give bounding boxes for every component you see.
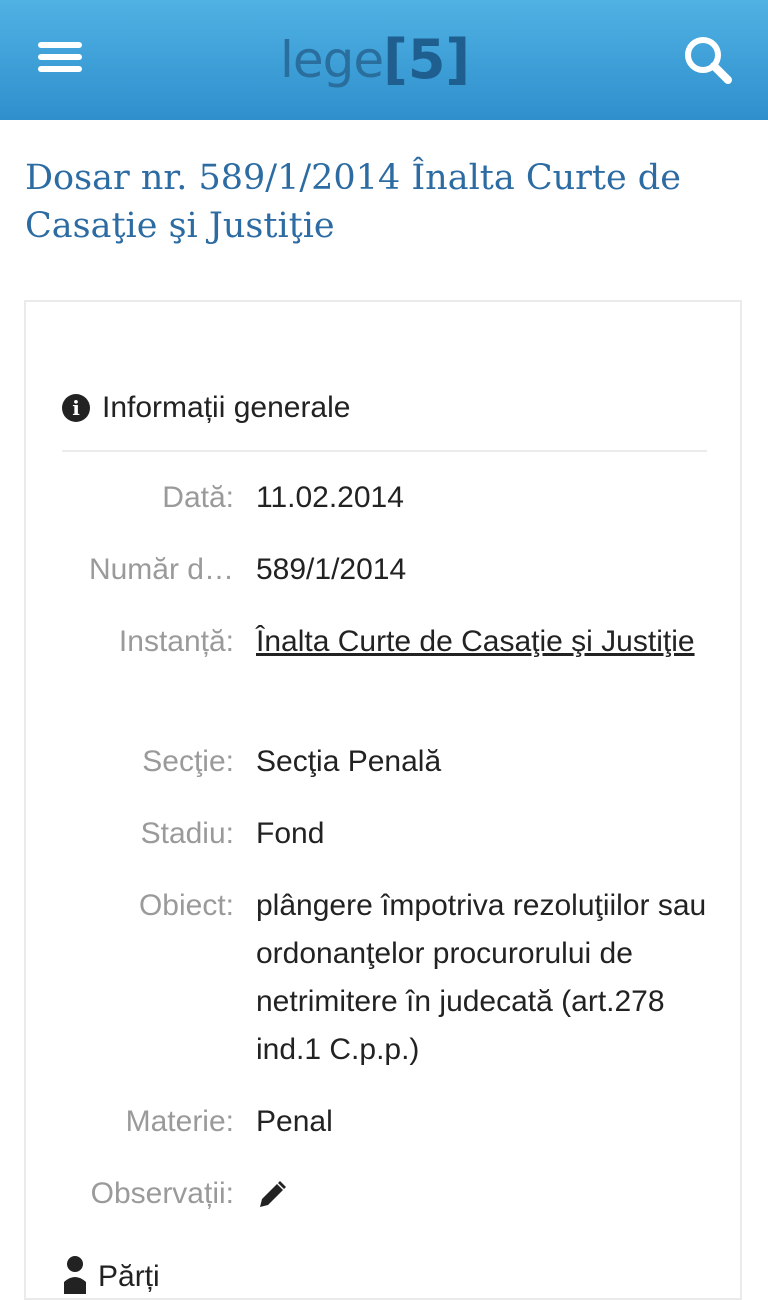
field-label-sectie: Secţie:	[142, 745, 234, 778]
field-value-materie: Penal	[256, 1105, 333, 1138]
lege5-logo[interactable]: lege [5]	[280, 24, 495, 96]
field-label-stadiu: Stadiu:	[140, 817, 234, 850]
field-value-sectie: Secţia Penală	[256, 745, 442, 778]
general-info-header: i Informații generale	[62, 390, 707, 452]
field-value-data: 11.02.2014	[256, 481, 404, 514]
field-value-obiect: plângere împotriva rezoluţiilor sau ordo…	[256, 889, 707, 1066]
general-info-title: Informații generale	[102, 391, 351, 424]
field-label-observatii: Observații:	[90, 1177, 234, 1210]
pencil-edit-icon[interactable]	[256, 1178, 288, 1226]
field-label-obiect: Obiect:	[138, 889, 234, 922]
field-value-stadiu: Fond	[256, 817, 325, 850]
info-icon: i	[62, 394, 90, 422]
logo-text: lege	[280, 31, 384, 89]
court-link[interactable]: Înalta Curte de Casaţie şi Justiţie	[256, 625, 695, 658]
person-icon	[62, 1254, 88, 1299]
page-title: Dosar nr. 589/1/2014 Înalta Curte de Cas…	[25, 158, 681, 246]
field-label-numar: Număr d…	[88, 553, 234, 586]
field-value-numar: 589/1/2014	[256, 553, 407, 586]
field-label-data: Dată:	[162, 481, 234, 514]
logo-number: 5	[407, 28, 446, 91]
field-label-materie: Materie:	[125, 1105, 234, 1138]
hamburger-menu-icon[interactable]	[38, 42, 82, 78]
parties-title: Părți	[98, 1259, 160, 1293]
search-icon[interactable]	[680, 32, 736, 88]
top-bar: lege [5]	[0, 0, 768, 120]
parties-header: Părți	[62, 1254, 160, 1299]
field-label-instanta: Instanță:	[118, 625, 234, 658]
case-info-card: i Informații generale Dată: 11.02.2014 N…	[24, 300, 742, 1300]
